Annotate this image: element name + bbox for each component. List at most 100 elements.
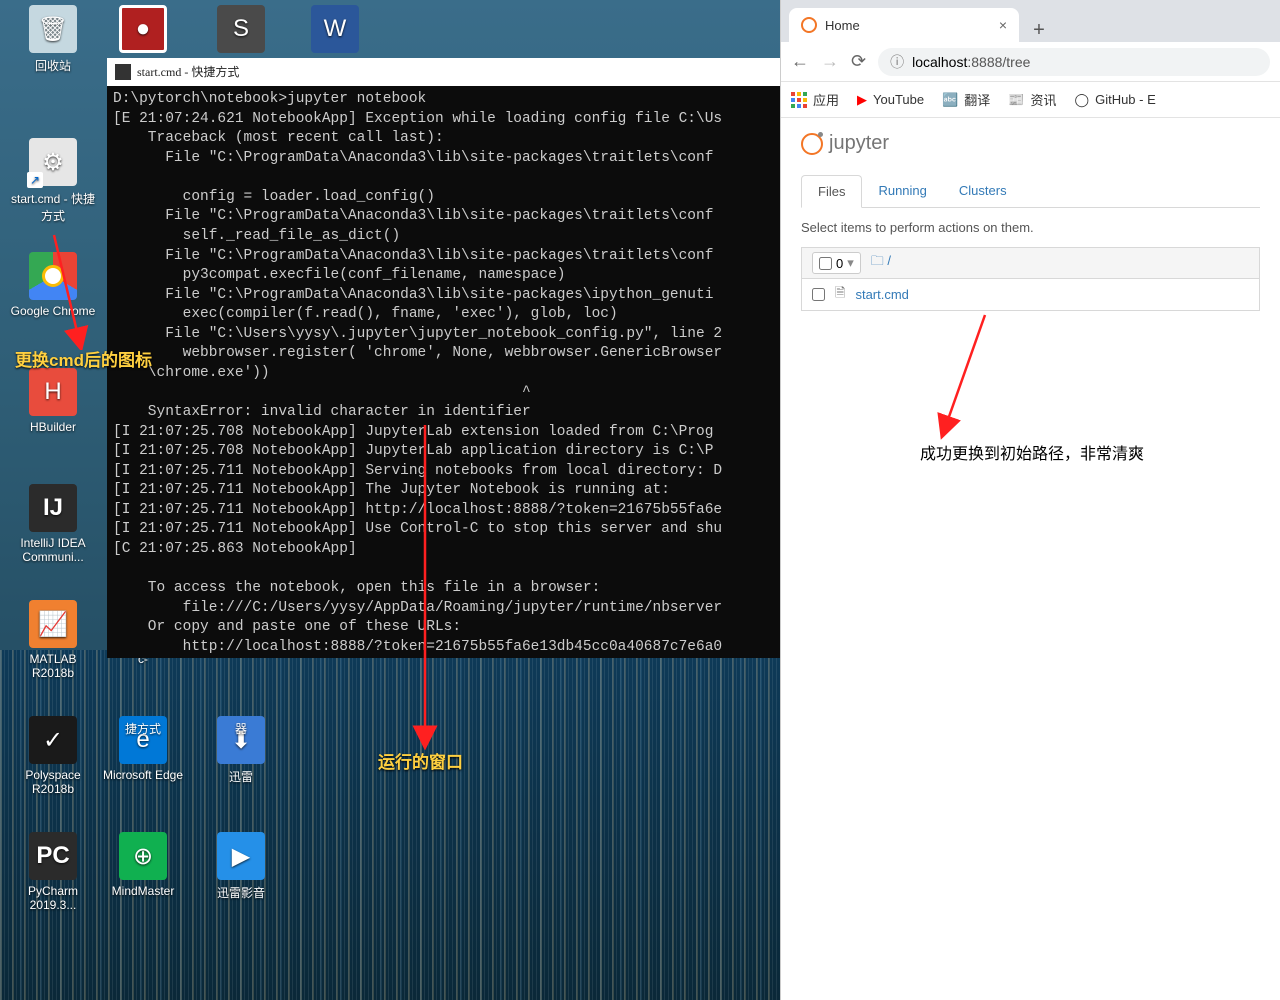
close-icon[interactable]: × (999, 17, 1007, 33)
chevron-down-icon[interactable]: ▾ (847, 255, 854, 271)
shortcut-icon: ⚙ (29, 138, 77, 186)
forward-button: → (821, 51, 839, 72)
jupyter-hint: Select items to perform actions on them. (801, 220, 1260, 235)
browser-window[interactable]: Home × + ← → ⟳ ⓘ localhost:8888/tree 应用 … (780, 0, 1280, 1000)
desktop-icon-intellij[interactable]: IJ IntelliJ IDEA Communi... (10, 484, 96, 564)
cmd-window[interactable]: start.cmd - 快捷方式 D:\pytorch\notebook>jup… (107, 58, 780, 658)
apps-button[interactable]: 应用 (791, 90, 839, 109)
file-checkbox[interactable] (812, 288, 825, 301)
youtube-icon: ▶ (857, 92, 867, 108)
tab-files[interactable]: Files (801, 175, 862, 208)
icon-label: Microsoft Edge (100, 768, 186, 782)
icon-label: 回收站 (10, 57, 96, 74)
tab-strip: Home × + (781, 0, 1280, 42)
github-icon: ◯ (1075, 92, 1090, 108)
bookmark-label: GitHub - E (1095, 92, 1156, 107)
icon-label: start.cmd - 快捷方式 (10, 190, 96, 224)
desktop-icon-pycharm[interactable]: PC PyCharm 2019.3... (10, 832, 96, 912)
desktop-icon-mindmaster[interactable]: ⊕ MindMaster (100, 832, 186, 898)
word-icon: W (311, 5, 359, 53)
cmd-title-text: start.cmd - 快捷方式 (137, 64, 239, 80)
icon-label: 捷方式 (100, 720, 186, 737)
selected-count: 0 (836, 256, 843, 271)
url-host: localhost (912, 54, 967, 70)
breadcrumb-root[interactable]: 🗀 / (871, 252, 891, 274)
desktop-icon-recycle[interactable]: 🗑 回收站 (10, 5, 96, 74)
mindmaster-icon: ⊕ (119, 832, 167, 880)
bookmark-github[interactable]: ◯ GitHub - E (1075, 92, 1156, 108)
icon-label: IntelliJ IDEA Communi... (10, 536, 96, 564)
desktop-icon-xlyy[interactable]: ▶ 迅雷影音 (198, 832, 284, 901)
address-bar: ← → ⟳ ⓘ localhost:8888/tree (781, 42, 1280, 82)
icon-label: PyCharm 2019.3... (10, 884, 96, 912)
icon-label: HBuilder (10, 420, 96, 434)
matlab-icon: 📈 (29, 600, 77, 648)
q-icon (217, 668, 265, 716)
apps-label: 应用 (813, 90, 839, 109)
desktop-icon-shortcut[interactable]: ⚙ start.cmd - 快捷方式 (10, 138, 96, 224)
desktop-icon-j[interactable]: 捷方式 (100, 668, 186, 737)
xlyy-icon: ▶ (217, 832, 265, 880)
jupyter-page: jupyter Files Running Clusters Select it… (781, 118, 1280, 325)
annotation-2: 运行的窗口 (378, 748, 463, 773)
red-icon: ● (119, 5, 167, 53)
bookmark-youtube[interactable]: ▶ YouTube (857, 92, 924, 108)
icon-label: Polyspace R2018b (10, 768, 96, 796)
tab-title: Home (825, 18, 860, 33)
file-row[interactable]: 🗎 start.cmd (801, 279, 1260, 311)
icon-label: 器 (198, 720, 284, 737)
intellij-icon: IJ (29, 484, 77, 532)
desktop-icon-sublime[interactable]: S (198, 5, 284, 57)
desktop-icon-word[interactable]: W (292, 5, 378, 57)
folder-icon: 🗀 (871, 253, 884, 268)
desktop-icon-q[interactable]: 器 (198, 668, 284, 737)
cmd-output: D:\pytorch\notebook>jupyter notebook [E … (107, 86, 780, 658)
tab-clusters[interactable]: Clusters (943, 175, 1023, 207)
tab-running[interactable]: Running (862, 175, 942, 207)
jupyter-logo-text: jupyter (829, 132, 889, 155)
icon-label: 迅雷影音 (198, 884, 284, 901)
cmd-titlebar[interactable]: start.cmd - 快捷方式 (107, 58, 780, 86)
url-rest: :8888/tree (967, 54, 1030, 70)
bookmark-label: 翻译 (964, 90, 990, 109)
chrome-icon (29, 252, 77, 300)
reload-button[interactable]: ⟳ (851, 51, 866, 72)
desktop-icon-hbuilder[interactable]: HHBuilder (10, 368, 96, 434)
file-link[interactable]: start.cmd (855, 287, 908, 302)
desktop-icon-matlab[interactable]: 📈 MATLAB R2018b (10, 600, 96, 680)
jupyter-toolbar: 0 ▾ 🗀 / (801, 247, 1260, 279)
bookmark-translate[interactable]: 🔤 翻译 (942, 90, 990, 109)
news-icon: 📰 (1008, 92, 1024, 108)
translate-icon: 🔤 (942, 92, 958, 108)
breadcrumb-root-text: / (887, 253, 891, 268)
bookmark-news[interactable]: 📰 资讯 (1008, 90, 1056, 109)
sublime-icon: S (217, 5, 265, 53)
annotation-3: 成功更换到初始路径，非常清爽 (920, 440, 1144, 464)
bookmarks-bar: 应用 ▶ YouTube 🔤 翻译 📰 资讯 ◯ GitHub - E (781, 82, 1280, 118)
pycharm-icon: PC (29, 832, 77, 880)
bookmark-label: YouTube (873, 92, 924, 107)
icon-label: 迅雷 (198, 768, 284, 785)
site-info-icon[interactable]: ⓘ (890, 52, 904, 72)
icon-label: Google Chrome (10, 304, 96, 318)
url-field[interactable]: ⓘ localhost:8888/tree (878, 48, 1270, 76)
desktop-icon-chrome[interactable]: Google Chrome (10, 252, 96, 318)
apps-icon (791, 92, 807, 108)
select-all-checkbox[interactable]: 0 ▾ (812, 252, 861, 274)
jupyter-favicon (801, 17, 817, 33)
tab-home[interactable]: Home × (789, 8, 1019, 42)
back-button[interactable]: ← (791, 51, 809, 72)
jupyter-logo-icon (801, 133, 823, 155)
j-icon (119, 668, 167, 716)
select-all-input[interactable] (819, 257, 832, 270)
recycle-icon: 🗑 (29, 5, 77, 53)
icon-label: MindMaster (100, 884, 186, 898)
cmd-icon (115, 64, 131, 80)
icon-label: MATLAB R2018b (10, 652, 96, 680)
desktop-icon-polyspace[interactable]: ✓ Polyspace R2018b (10, 716, 96, 796)
jupyter-logo[interactable]: jupyter (801, 132, 1260, 155)
new-tab-button[interactable]: + (1027, 19, 1051, 42)
polyspace-icon: ✓ (29, 716, 77, 764)
bookmark-label: 资讯 (1031, 90, 1057, 109)
jupyter-tabs: Files Running Clusters (801, 175, 1260, 208)
